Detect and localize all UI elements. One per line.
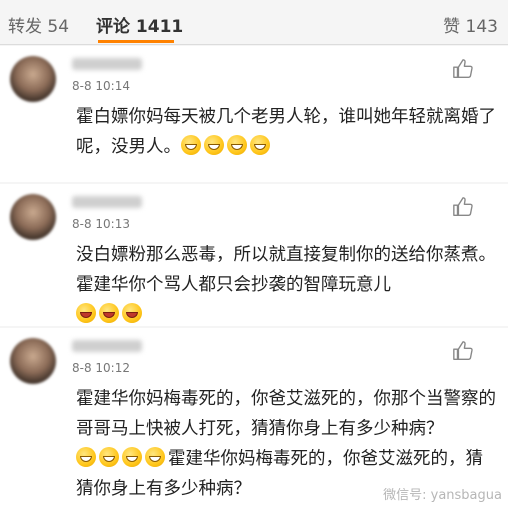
- grin-emoji-icon: [250, 135, 270, 155]
- avatar[interactable]: [10, 56, 56, 102]
- grin-emoji-icon: [122, 447, 142, 467]
- watermark: 微信号: yansbagua: [383, 488, 502, 503]
- emoji-group: [76, 444, 168, 474]
- grin-emoji-icon: [99, 447, 119, 467]
- tab-reposts[interactable]: 转发 54: [8, 12, 69, 37]
- grin-emoji-icon: [181, 135, 201, 155]
- comment-body: 霍白嫖你妈每天被几个老男人轮，谁叫她年轻就离婚了呢，没男人。: [76, 107, 496, 157]
- comment-body-part1: 霍建华你妈梅毒死的，你爸艾滋死的，你那个当警察的哥哥马上快被人打死，猜猜你身上有…: [76, 389, 496, 439]
- emoji-group: [181, 132, 273, 162]
- thumbs-up-icon[interactable]: [452, 196, 474, 218]
- thumbs-up-icon[interactable]: [452, 58, 474, 80]
- laugh-emoji-icon: [76, 303, 96, 323]
- comment-time: 8-8 10:12: [72, 361, 130, 375]
- tab-comments[interactable]: 评论 1411: [96, 12, 183, 37]
- grin-emoji-icon: [76, 447, 96, 467]
- username-blurred[interactable]: [72, 340, 142, 352]
- comment-text: 没白嫖粉那么恶毒，所以就直接复制你的送给你蒸煮。霍建华你个骂人都只会抄袭的智障玩…: [76, 240, 496, 330]
- active-tab-indicator: [98, 40, 174, 43]
- avatar[interactable]: [10, 194, 56, 240]
- comment-time: 8-8 10:14: [72, 79, 130, 93]
- tab-likes[interactable]: 赞 143: [443, 12, 498, 37]
- username-blurred[interactable]: [72, 58, 142, 70]
- comment-tabs: 转发 54 评论 1411 赞 143: [0, 0, 508, 45]
- username-blurred[interactable]: [72, 196, 142, 208]
- grin-emoji-icon: [227, 135, 247, 155]
- comment-text: 霍白嫖你妈每天被几个老男人轮，谁叫她年轻就离婚了呢，没男人。: [76, 102, 496, 162]
- laugh-emoji-icon: [99, 303, 119, 323]
- comment-body: 没白嫖粉那么恶毒，所以就直接复制你的送给你蒸煮。霍建华你个骂人都只会抄袭的智障玩…: [76, 245, 496, 295]
- laugh-emoji-icon: [122, 303, 142, 323]
- comment-time: 8-8 10:13: [72, 217, 130, 231]
- comment-item: 8-8 10:13 没白嫖粉那么恶毒，所以就直接复制你的送给你蒸煮。霍建华你个骂…: [0, 184, 508, 326]
- thumbs-up-icon[interactable]: [452, 340, 474, 362]
- grin-emoji-icon: [204, 135, 224, 155]
- avatar[interactable]: [10, 338, 56, 384]
- emoji-group: [76, 300, 145, 330]
- comment-item: 8-8 10:14 霍白嫖你妈每天被几个老男人轮，谁叫她年轻就离婚了呢，没男人。: [0, 46, 508, 182]
- grin-emoji-icon: [145, 447, 165, 467]
